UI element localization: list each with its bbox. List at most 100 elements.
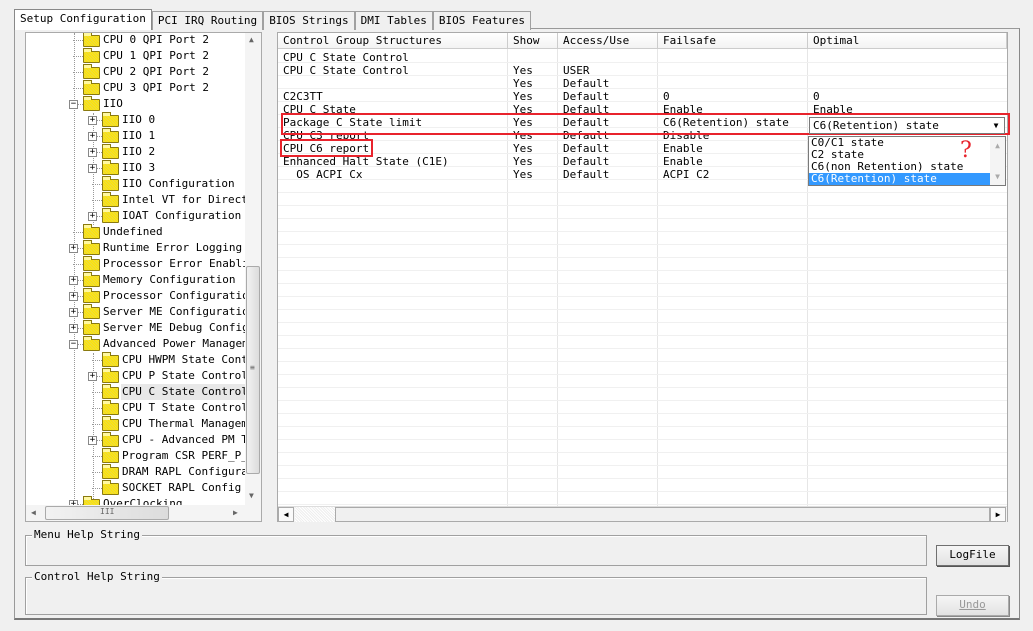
- tree-item[interactable]: CPU T State Control: [26, 400, 261, 416]
- tree-item-label: CPU 1 QPI Port 2: [103, 49, 209, 62]
- column-header[interactable]: Control Group Structures: [278, 33, 508, 49]
- expand-plus-icon[interactable]: +: [88, 148, 97, 157]
- scroll-left-arrow-icon[interactable]: ◀: [278, 507, 294, 522]
- expand-plus-icon[interactable]: +: [69, 244, 78, 253]
- expand-plus-icon[interactable]: +: [69, 308, 78, 317]
- column-header[interactable]: Access/Use: [558, 33, 658, 49]
- scroll-left-arrow-icon[interactable]: ◀: [31, 508, 36, 517]
- table-hscroll-thumb[interactable]: [335, 507, 990, 522]
- tree-item[interactable]: + CPU P State Control: [26, 368, 261, 384]
- expand-plus-icon[interactable]: +: [88, 164, 97, 173]
- collapse-minus-icon[interactable]: −: [69, 340, 78, 349]
- logfile-button[interactable]: LogFile: [936, 545, 1009, 566]
- table-horizontal-scrollbar[interactable]: ◀ ▶: [278, 506, 1007, 522]
- column-header[interactable]: Failsafe: [658, 33, 808, 49]
- tree-item[interactable]: Program CSR PERF_P_L: [26, 448, 261, 464]
- folder-icon: [102, 432, 119, 447]
- tree-hscroll-thumb[interactable]: III: [45, 506, 169, 520]
- scroll-right-arrow-icon[interactable]: ▶: [233, 508, 238, 517]
- tree-item[interactable]: CPU 2 QPI Port 2: [26, 64, 261, 80]
- expand-plus-icon[interactable]: +: [88, 212, 97, 221]
- tree-vscroll-thumb[interactable]: ≡: [246, 266, 260, 474]
- tree-item[interactable]: IIO Configuration: [26, 176, 261, 192]
- row-divider: [278, 283, 1007, 284]
- optimal-value-dropdown[interactable]: C6(Retention) state ▼: [809, 117, 1005, 134]
- tree-item[interactable]: Intel VT for Directe: [26, 192, 261, 208]
- expand-plus-icon[interactable]: +: [88, 372, 97, 381]
- table-row[interactable]: CPU C State Control Yes USER: [278, 64, 1007, 77]
- tree-item[interactable]: CPU 3 QPI Port 2: [26, 80, 261, 96]
- dropdown-option[interactable]: C6(Retention) state: [809, 173, 991, 185]
- tree-item[interactable]: SOCKET RAPL Config: [26, 480, 261, 496]
- row-divider: [278, 413, 1007, 414]
- expand-plus-icon[interactable]: +: [88, 132, 97, 141]
- table-cell: Default: [563, 155, 610, 168]
- tab-pci-irq-routing[interactable]: PCI IRQ Routing: [151, 11, 264, 30]
- table-hscroll-track[interactable]: [295, 507, 335, 522]
- tree-item[interactable]: + Processor Configuration: [26, 288, 261, 304]
- tab-bios-features[interactable]: BIOS Features: [432, 11, 531, 30]
- tree-connector: [92, 456, 102, 457]
- tree-item[interactable]: DRAM RAPL Configurat: [26, 464, 261, 480]
- row-divider: [278, 192, 1007, 193]
- tab-bios-strings[interactable]: BIOS Strings: [263, 11, 355, 30]
- expand-plus-icon[interactable]: +: [88, 436, 97, 445]
- settings-table: Control Group Structures Show Access/Use Fa…: [277, 32, 1008, 522]
- table-row[interactable]: C2C3TT Yes Default 0 0: [278, 90, 1007, 103]
- tree-vertical-scrollbar[interactable]: ▲ ≡ ▼: [245, 33, 261, 505]
- tree-item-label: CPU T State Control: [122, 401, 248, 414]
- tree-item[interactable]: + Runtime Error Logging: [26, 240, 261, 256]
- chevron-down-icon[interactable]: ▼: [989, 119, 1003, 132]
- table-cell: Yes: [513, 90, 533, 103]
- tree-item[interactable]: − Advanced Power Manageme: [26, 336, 261, 352]
- row-divider: [278, 426, 1007, 427]
- expand-plus-icon[interactable]: +: [69, 276, 78, 285]
- tree-item-label: Server ME Configuration: [103, 305, 256, 318]
- table-cell: [808, 51, 813, 64]
- scroll-up-arrow-icon[interactable]: ▲: [249, 35, 254, 44]
- row-divider: [278, 504, 1007, 505]
- row-divider: [278, 309, 1007, 310]
- scroll-down-arrow-icon[interactable]: ▼: [249, 491, 254, 500]
- undo-button[interactable]: Undo: [936, 595, 1009, 616]
- dropdown-list-scrollbar[interactable]: ▲ ▼: [990, 137, 1005, 185]
- tree-connector: [92, 392, 102, 393]
- scroll-right-arrow-icon[interactable]: ▶: [990, 507, 1006, 522]
- folder-icon: [102, 352, 119, 367]
- tab-dmi-tables[interactable]: DMI Tables: [354, 11, 433, 30]
- tree-item[interactable]: CPU 0 QPI Port 2: [26, 33, 261, 48]
- tree-item[interactable]: + CPU - Advanced PM Tu: [26, 432, 261, 448]
- tree-item[interactable]: + Server ME Debug Configu: [26, 320, 261, 336]
- tree-item[interactable]: + IOAT Configuration: [26, 208, 261, 224]
- tree-item[interactable]: CPU C State Control: [26, 384, 261, 400]
- tree-item[interactable]: + Memory Configuration: [26, 272, 261, 288]
- tree-connector: [92, 184, 102, 185]
- folder-icon: [83, 224, 100, 239]
- tree-item[interactable]: + IIO 0: [26, 112, 261, 128]
- tree-item[interactable]: CPU HWPM State Contr: [26, 352, 261, 368]
- expand-plus-icon[interactable]: +: [88, 116, 97, 125]
- column-header[interactable]: Show: [508, 33, 558, 49]
- row-divider: [278, 205, 1007, 206]
- row-divider: [278, 257, 1007, 258]
- collapse-minus-icon[interactable]: −: [69, 100, 78, 109]
- tree-connector: [92, 488, 102, 489]
- tree-connector: [92, 472, 102, 473]
- tree-horizontal-scrollbar[interactable]: ◀ III ▶: [26, 505, 261, 521]
- table-row[interactable]: CPU C State Control: [278, 51, 1007, 64]
- tree-item[interactable]: + IIO 2: [26, 144, 261, 160]
- tree-item[interactable]: Undefined: [26, 224, 261, 240]
- table-cell: C2C3TT: [283, 90, 323, 103]
- tree-item[interactable]: − IIO: [26, 96, 261, 112]
- expand-plus-icon[interactable]: +: [69, 292, 78, 301]
- tree-item[interactable]: CPU 1 QPI Port 2: [26, 48, 261, 64]
- tree-item[interactable]: + IIO 1: [26, 128, 261, 144]
- tree-item[interactable]: CPU Thermal Manageme: [26, 416, 261, 432]
- tree-item[interactable]: Processor Error Enablin: [26, 256, 261, 272]
- tab-setup-configuration[interactable]: Setup Configuration: [14, 9, 152, 30]
- expand-plus-icon[interactable]: +: [69, 324, 78, 333]
- column-header[interactable]: Optimal: [808, 33, 1007, 49]
- tree-item[interactable]: + IIO 3: [26, 160, 261, 176]
- tree-item[interactable]: + Server ME Configuration: [26, 304, 261, 320]
- table-row[interactable]: Yes Default: [278, 77, 1007, 90]
